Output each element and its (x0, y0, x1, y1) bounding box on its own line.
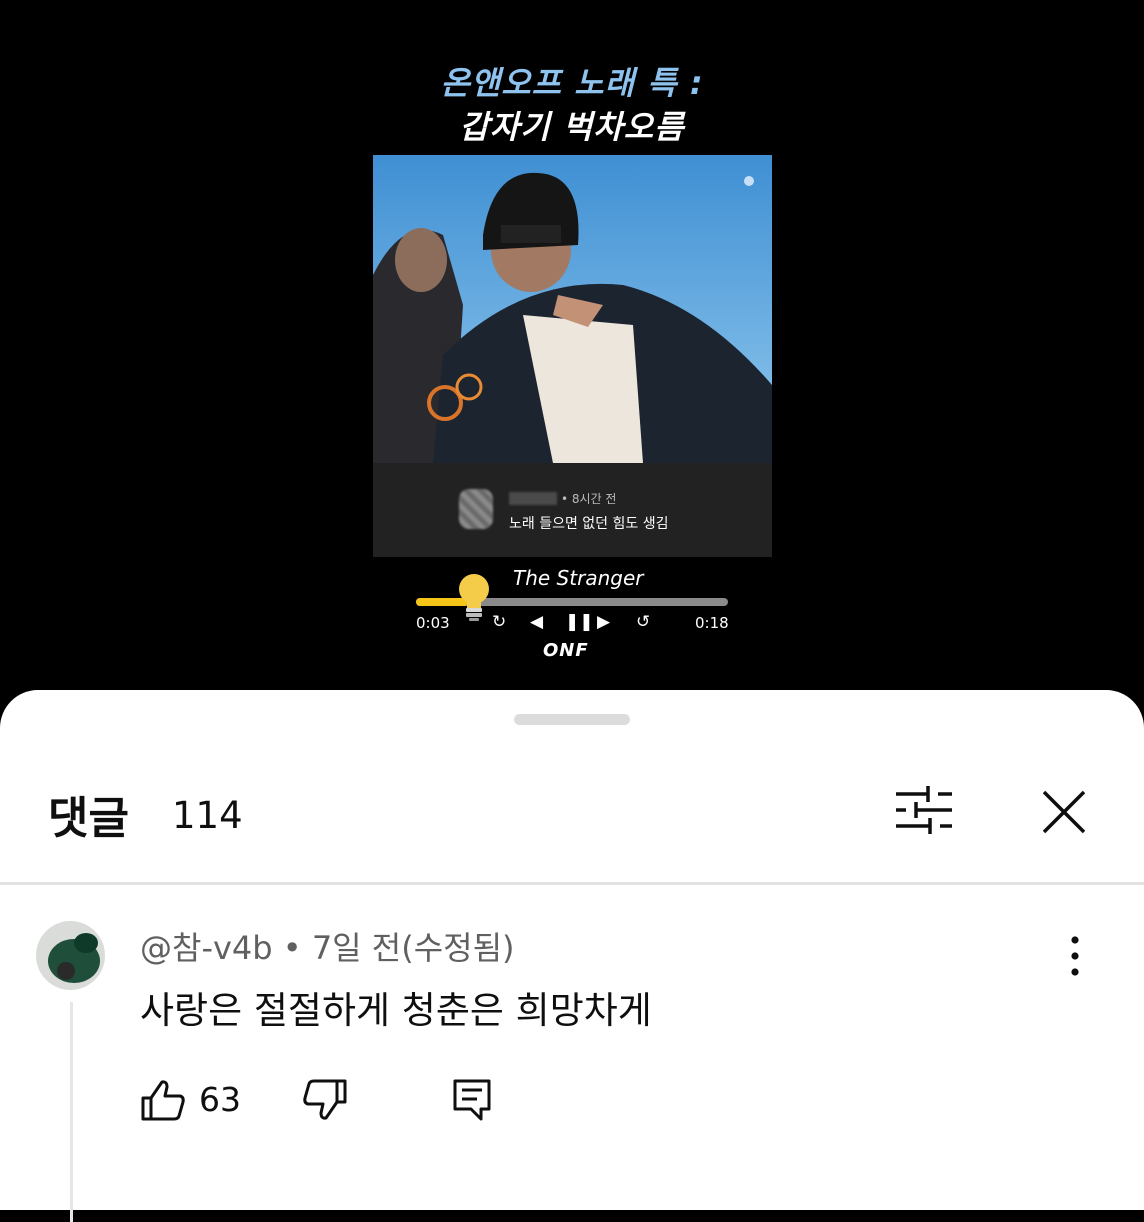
song-title: The Stranger (513, 566, 644, 590)
video-caption-line1: 온앤오프 노래 특 : (440, 64, 704, 102)
next-icon[interactable]: ▶ (597, 612, 610, 632)
comment-author-meta[interactable]: @참-v4b • 7일 전(수정됨) (140, 923, 515, 969)
avatar[interactable] (36, 921, 105, 990)
embedded-comment-text: 노래 들으면 없던 힘도 생김 (509, 516, 669, 532)
pause-icon[interactable]: ❚❚ (565, 612, 594, 632)
total-time: 0:18 (695, 614, 729, 632)
like-icon[interactable] (140, 1078, 186, 1122)
dislike-icon[interactable] (302, 1078, 348, 1122)
embedded-comment: • 8시간 전 노래 들으면 없던 힘도 생김 (373, 463, 772, 557)
video-player[interactable]: 온앤오프 노래 특 : 갑자기 벅차오름 • 8시간 전 노래 들으면 없던 힘… (0, 0, 1144, 720)
sliders-icon[interactable] (894, 784, 954, 836)
comments-title: 댓글 (48, 793, 129, 844)
forward-icon[interactable]: ↺ (636, 612, 650, 632)
embedded-comment-time: • 8시간 전 (561, 492, 617, 506)
comments-sheet: 댓글 114 @참-v4b • 7일 전(수정됨) 사랑은 절절하게 청춘은 희… (0, 690, 1144, 1222)
close-icon[interactable] (1038, 786, 1090, 838)
video-still-image (373, 155, 772, 463)
reply-icon[interactable] (451, 1077, 493, 1123)
like-count: 63 (199, 1080, 241, 1119)
drag-handle[interactable] (514, 714, 630, 725)
blurred-username (509, 492, 557, 505)
lightbulb-icon[interactable] (454, 571, 494, 623)
divider (0, 882, 1144, 885)
current-time: 0:03 (416, 614, 450, 632)
video-frame: • 8시간 전 노래 들으면 없던 힘도 생김 (373, 155, 772, 557)
video-caption-line2: 갑자기 벅차오름 (459, 108, 685, 146)
thread-line (70, 1002, 73, 1222)
blurred-avatar (459, 489, 493, 529)
onf-logo: ONF (543, 640, 589, 661)
comment-text: 사랑은 절절하게 청춘은 희망차게 (140, 989, 652, 1032)
more-options-icon[interactable] (1064, 934, 1086, 978)
comments-count: 114 (172, 794, 243, 837)
rewind-icon[interactable]: ↻ (492, 612, 506, 632)
previous-icon[interactable]: ◀ (530, 612, 543, 632)
